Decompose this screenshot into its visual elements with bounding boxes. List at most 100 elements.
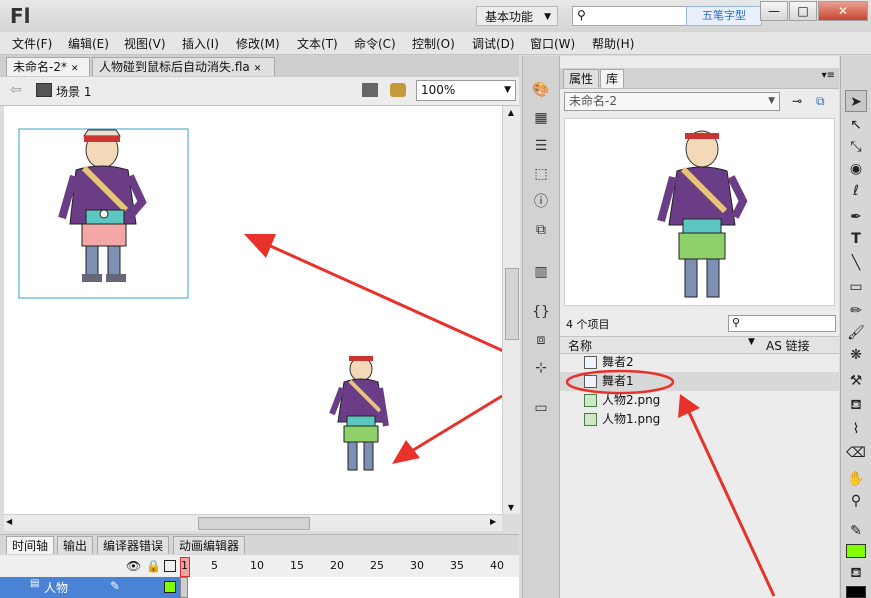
- back-arrow-icon[interactable]: ⇦: [10, 82, 22, 98]
- dancer-instance-1[interactable]: [58, 129, 147, 282]
- panel-menu-icon[interactable]: ▾≡: [822, 70, 835, 81]
- tab-properties[interactable]: 属性: [563, 69, 600, 88]
- keyframe[interactable]: [180, 577, 188, 598]
- menu-modify[interactable]: 修改(M): [236, 35, 280, 52]
- deco-tool-icon[interactable]: ❋: [845, 344, 867, 366]
- edit-scene-icon[interactable]: [362, 83, 378, 97]
- maximize-button[interactable]: □: [789, 1, 817, 21]
- close-icon[interactable]: ✕: [71, 64, 79, 74]
- stage-vertical-scrollbar[interactable]: ▲ ▼: [502, 106, 520, 514]
- library-icon[interactable]: ▥: [531, 262, 551, 282]
- eye-icon[interactable]: 👁: [126, 559, 141, 573]
- library-preview: [564, 118, 835, 306]
- doc-tab-fla[interactable]: 人物碰到鼠标后自动消失.fla ✕: [92, 57, 275, 76]
- zoom-tool-icon[interactable]: ⚲: [845, 490, 867, 512]
- sort-icon[interactable]: ▼: [748, 337, 755, 347]
- menu-debug[interactable]: 调试(D): [472, 35, 515, 52]
- scroll-thumb[interactable]: [505, 268, 519, 340]
- stage[interactable]: [4, 106, 502, 514]
- paint-bucket-tool-icon[interactable]: ⛾: [845, 394, 867, 416]
- doc-tab-untitled[interactable]: 未命名-2* ✕: [6, 57, 90, 76]
- stroke-color-swatch[interactable]: [846, 586, 866, 598]
- col-as-linkage[interactable]: AS 链接: [766, 337, 810, 354]
- pen-tool-icon[interactable]: ✒: [845, 206, 867, 228]
- frame-number: 35: [450, 559, 464, 572]
- eyedropper-tool-icon[interactable]: ⌇: [845, 418, 867, 440]
- scroll-right-icon[interactable]: ▶: [490, 517, 496, 526]
- col-name[interactable]: 名称: [568, 337, 592, 354]
- scene-icon[interactable]: ⧉: [531, 220, 551, 240]
- transform-icon[interactable]: ⬚: [531, 164, 551, 184]
- selection-tool-icon[interactable]: ➤: [845, 90, 867, 112]
- timeline-ruler[interactable]: 👁 🔒 1 5 10 15 20 25 30 35 40: [0, 555, 519, 578]
- outline-icon[interactable]: [164, 560, 176, 572]
- tab-library[interactable]: 库: [600, 69, 625, 88]
- layer-name[interactable]: 人物: [44, 579, 68, 596]
- preview-canvas: [657, 130, 748, 298]
- lasso-tool-icon[interactable]: ℓ: [845, 180, 867, 202]
- fill-bucket-icon[interactable]: ⛾: [845, 562, 867, 584]
- eraser-tool-icon[interactable]: ⌫: [845, 442, 867, 464]
- dancer-instance-2[interactable]: [329, 356, 389, 471]
- menu-control[interactable]: 控制(O): [412, 35, 455, 52]
- chevron-down-icon: ▼: [544, 12, 551, 22]
- brush-tool-icon[interactable]: 🖌: [845, 322, 867, 344]
- frame-number: 25: [370, 559, 384, 572]
- close-icon[interactable]: ✕: [254, 64, 262, 74]
- menu-insert[interactable]: 插入(I): [182, 35, 219, 52]
- pencil-tool-icon[interactable]: ✏: [845, 300, 867, 322]
- pin-icon[interactable]: ⊸: [792, 94, 802, 108]
- swatches-grid-icon[interactable]: ▦: [531, 108, 551, 128]
- menu-text[interactable]: 文本(T): [297, 35, 338, 52]
- chevron-down-icon: ▼: [504, 85, 511, 95]
- workspace-switcher[interactable]: 基本功能 ▼: [476, 6, 558, 26]
- close-button[interactable]: ✕: [818, 1, 868, 21]
- preview-dancer: [657, 130, 748, 298]
- pencil-icon[interactable]: ✎: [110, 579, 120, 593]
- free-transform-tool-icon[interactable]: ⤡: [845, 136, 867, 158]
- library-document-select[interactable]: 未命名-2 ▼: [564, 92, 780, 111]
- tab-timeline[interactable]: 时间轴: [6, 536, 55, 554]
- library-search-input[interactable]: ⚲: [728, 315, 836, 332]
- text-tool-icon[interactable]: T: [845, 228, 867, 250]
- library-item-selected[interactable]: 舞者1: [560, 369, 839, 395]
- scroll-thumb[interactable]: [198, 517, 310, 530]
- fill-color-swatch[interactable]: [846, 544, 866, 558]
- menu-view[interactable]: 视图(V): [124, 35, 166, 52]
- code-snippets-icon[interactable]: {}: [531, 302, 551, 322]
- bitmap-icon: [584, 413, 597, 426]
- scroll-left-icon[interactable]: ◀: [6, 517, 12, 526]
- project-icon[interactable]: ▭: [531, 398, 551, 418]
- menu-commands[interactable]: 命令(C): [354, 35, 396, 52]
- lock-icon[interactable]: 🔒: [146, 559, 161, 573]
- rectangle-tool-icon[interactable]: ▭: [845, 276, 867, 298]
- tab-motion-editor[interactable]: 动画编辑器: [173, 536, 246, 554]
- layer-color-icon[interactable]: [164, 581, 176, 593]
- menu-help[interactable]: 帮助(H): [592, 35, 634, 52]
- menu-edit[interactable]: 编辑(E): [68, 35, 109, 52]
- motion-presets-icon[interactable]: ⊹: [531, 358, 551, 378]
- align-icon[interactable]: ☰: [531, 136, 551, 156]
- scroll-up-icon[interactable]: ▲: [504, 108, 518, 117]
- tab-output[interactable]: 输出: [57, 536, 94, 554]
- menu-window[interactable]: 窗口(W): [530, 35, 575, 52]
- stage-horizontal-scrollbar[interactable]: ◀ ▶: [4, 514, 502, 531]
- line-tool-icon[interactable]: ╲: [845, 252, 867, 274]
- scroll-down-icon[interactable]: ▼: [504, 503, 518, 512]
- 3d-rotation-tool-icon[interactable]: ◉: [845, 158, 867, 180]
- info-icon[interactable]: ⓘ: [531, 192, 551, 212]
- stroke-color-icon[interactable]: ✎: [845, 520, 867, 542]
- minimize-button[interactable]: —: [760, 1, 788, 21]
- color-palette-icon[interactable]: 🎨: [531, 80, 551, 100]
- bone-tool-icon[interactable]: ⚒: [845, 370, 867, 392]
- subselection-tool-icon[interactable]: ↖: [845, 114, 867, 136]
- tab-compiler-errors[interactable]: 编译器错误: [97, 536, 170, 554]
- components-icon[interactable]: ⧈: [531, 330, 551, 350]
- frame-number: 30: [410, 559, 424, 572]
- edit-symbols-icon[interactable]: [390, 83, 406, 97]
- new-library-icon[interactable]: ⧉: [816, 94, 825, 109]
- hand-tool-icon[interactable]: ✋: [845, 468, 867, 490]
- menu-file[interactable]: 文件(F): [12, 35, 52, 52]
- timeline-layer-row[interactable]: ▤ 人物 ✎: [0, 577, 519, 598]
- zoom-select[interactable]: 100% ▼: [416, 80, 516, 101]
